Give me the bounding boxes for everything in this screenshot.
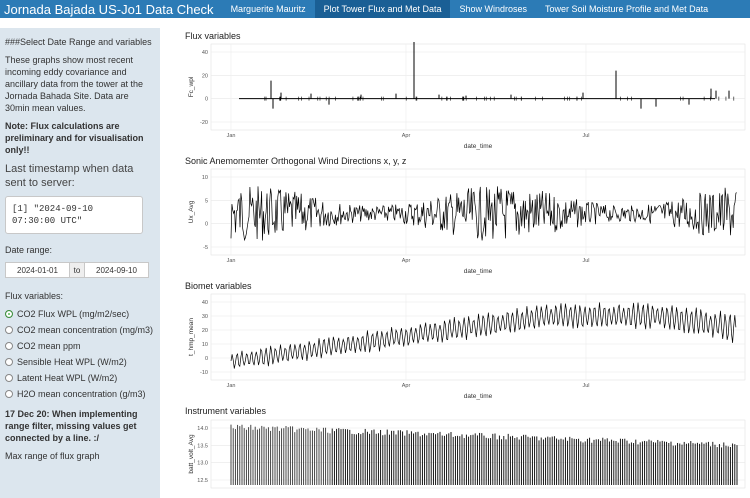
x-axis-label: date_time [464, 393, 493, 400]
top-navbar: Jornada Bajada US-Jo1 Data Check Marguer… [0, 0, 750, 18]
x-tick-label: Apr [402, 258, 411, 264]
flux-radio-group: CO2 Flux WPL (mg/m2/sec) CO2 mean concen… [5, 308, 155, 400]
sidebar-heading: ###Select Date Range and variables [5, 37, 152, 47]
flux-note: Note: Flux calculations are preliminary … [5, 121, 144, 155]
radio-dot[interactable] [5, 310, 13, 318]
date-end-input[interactable]: 2024-09-10 [84, 262, 149, 278]
radio-dot[interactable] [5, 358, 13, 366]
y-tick-label: 14.0 [197, 426, 208, 432]
x-tick-label: Jan [227, 258, 236, 264]
flux-radio-option[interactable]: CO2 Flux WPL (mg/m2/sec) [5, 308, 155, 320]
y-tick-label: -10 [200, 370, 208, 376]
x-tick-label: Apr [402, 383, 411, 389]
y-axis-label: batt_volt_Avg [188, 434, 195, 474]
date-start-input[interactable]: 2024-01-01 [5, 262, 70, 278]
sonic-plot: Ux_Avg 10 5 0 -5 Jan Apr Jul date_time [188, 168, 746, 275]
radio-dot[interactable] [5, 374, 13, 382]
radio-dot[interactable] [5, 342, 13, 350]
flux-radio-option[interactable]: Sensible Heat WPL (W/m2) [5, 356, 155, 368]
plot-area: Flux variables Fc_wpl 40 20 0 -20 Jan Apr Jul da… [165, 28, 750, 490]
y-tick-label: -5 [203, 245, 208, 251]
flux-radio-option[interactable]: H2O mean concentration (g/m3) [5, 388, 155, 400]
y-tick-label: 5 [205, 198, 208, 204]
nav-link-windroses[interactable]: Show Windroses [450, 0, 536, 18]
nav-link-plot-tower-flux[interactable]: Plot Tower Flux and Met Data [314, 0, 451, 18]
y-tick-label: 10 [202, 342, 208, 348]
y-tick-label: 20 [202, 73, 208, 79]
truncated-text: Max range of flux graph [5, 451, 100, 461]
nav-link-soil-moisture[interactable]: Tower Soil Moisture Profile and Met Data [536, 0, 717, 18]
date-range-input: 2024-01-01 to 2024-09-10 [5, 262, 155, 278]
nav-link-author[interactable]: Marguerite Mauritz [222, 0, 315, 18]
sidebar-intro: These graphs show most recent incoming e… [5, 55, 144, 113]
x-axis-label: date_time [464, 268, 493, 275]
x-tick-label: Jan [227, 383, 236, 389]
x-axis-label: date_time [464, 143, 493, 150]
panel-title-instrument: Instrument variables [185, 406, 267, 416]
x-tick-label: Apr [402, 133, 411, 139]
y-axis-label: Fc_wpl [188, 76, 195, 97]
flux-plot: Fc_wpl 40 20 0 -20 Jan Apr Jul date_time [188, 42, 746, 150]
y-tick-label: 0 [205, 356, 208, 362]
x-tick-label: Jan [227, 133, 236, 139]
date-range-label: Date range: [5, 245, 53, 255]
flux-radio-option[interactable]: CO2 mean concentration (mg/m3) [5, 324, 155, 336]
y-tick-label: 0 [205, 222, 208, 228]
flux-radio-option[interactable]: CO2 mean ppm [5, 340, 155, 352]
radio-dot[interactable] [5, 326, 13, 334]
panel-title-sonic: Sonic Anemomemter Orthogonal Wind Direct… [185, 156, 407, 166]
sidebar-panel: ###Select Date Range and variables These… [0, 28, 160, 498]
y-tick-label: 12.5 [197, 478, 208, 484]
y-tick-label: 20 [202, 328, 208, 334]
panel-title-biomet: Biomet variables [185, 281, 252, 291]
dev-note: 17 Dec 20: When implementing range filte… [5, 409, 138, 443]
y-tick-label: 13.5 [197, 443, 208, 449]
date-to-label: to [70, 262, 84, 278]
instrument-plot: batt_volt_Avg14.0 13.5 13.0 12.5 [188, 419, 746, 489]
y-tick-label: 13.0 [197, 461, 208, 467]
biomet-plot: t_hmp_mean 40 30 20 10 0 -10 Jan Apr Jul date_time [188, 293, 746, 400]
x-tick-label: Jul [582, 383, 589, 389]
app-title: Jornada Bajada US-Jo1 Data Check [4, 1, 214, 17]
y-axis-label: t_hmp_mean [188, 318, 195, 356]
y-tick-label: -20 [200, 120, 208, 126]
y-tick-label: 30 [202, 314, 208, 320]
last-timestamp-output: [1] "2024-09-10 07:30:00 UTC" [5, 196, 143, 234]
y-tick-label: 40 [202, 50, 208, 56]
y-tick-label: 40 [202, 300, 208, 306]
x-tick-label: Jul [582, 258, 589, 264]
radio-dot[interactable] [5, 390, 13, 398]
panel-title-flux: Flux variables [185, 31, 241, 41]
flux-variables-label: Flux variables: [5, 291, 64, 301]
last-timestamp-label: Last timestamp when data sent to server: [5, 163, 134, 189]
y-axis-label: Ux_Avg [188, 200, 195, 223]
y-tick-label: 0 [205, 97, 208, 103]
flux-radio-option[interactable]: Latent Heat WPL (W/m2) [5, 372, 155, 384]
y-tick-label: 10 [202, 175, 208, 181]
x-tick-label: Jul [582, 133, 589, 139]
